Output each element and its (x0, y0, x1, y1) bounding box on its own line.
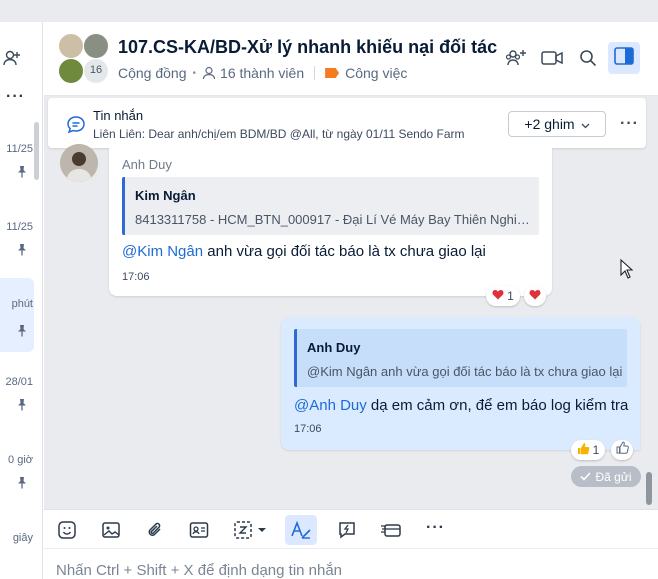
sidebar-conversation-item[interactable]: giây (0, 532, 34, 579)
sender-avatar[interactable] (60, 144, 98, 182)
sticker-icon[interactable] (55, 518, 79, 542)
sidebar-more-button[interactable]: ··· (6, 89, 25, 105)
sidebar-conversation-item[interactable]: 11/25 (0, 143, 34, 217)
member-icon (202, 66, 216, 80)
sidebar-item-time: 0 giờ (8, 454, 33, 466)
heart-icon (492, 289, 504, 303)
sidebar-panel-icon (614, 46, 634, 70)
conversation-tag[interactable]: Công việc (345, 65, 407, 81)
tag-icon (325, 68, 340, 78)
screenshot-icon[interactable] (231, 518, 271, 542)
payment-transfer-icon[interactable] (379, 518, 403, 542)
sidebar-item-time: phút (11, 298, 33, 310)
reaction-summary[interactable]: 1 (571, 440, 605, 460)
conversation-type: Cộng đồng (118, 65, 187, 81)
quoted-message[interactable]: Kim Ngân 8413311758 - HCM_BTN_000917 - Đ… (122, 177, 539, 235)
image-icon[interactable] (99, 518, 123, 542)
sidebar-scrollbar[interactable] (34, 122, 39, 180)
react-button[interactable] (611, 440, 633, 460)
message-input[interactable] (56, 562, 646, 579)
pin-icon (15, 165, 29, 179)
conversation-header: 16 107.CS-KA/BD-Xử lý nhanh khiếu nại đố… (44, 22, 658, 96)
thumbs-up-icon (577, 442, 590, 458)
pin-icon (15, 398, 29, 412)
quoted-text: @Kim Ngân anh vừa gọi đối tác báo là tx … (307, 364, 623, 379)
pinned-more-button[interactable]: ··· (620, 115, 639, 133)
pinned-preview: Liên Liên: Dear anh/chị/em BDM/BD @All, … (93, 127, 465, 141)
outgoing-message-bubble[interactable]: Anh Duy @Kim Ngân anh vừa gọi đối tác bá… (281, 317, 640, 450)
add-member-icon[interactable] (504, 46, 528, 70)
sidebar-conversation-item-active[interactable]: phút (0, 278, 34, 352)
attachment-icon[interactable] (143, 518, 167, 542)
pinned-message-bar[interactable]: Tin nhắn Liên Liên: Dear anh/chị/em BDM/… (48, 98, 646, 148)
contact-card-icon[interactable] (187, 518, 211, 542)
message-text: @Kim Ngân anh vừa gọi đối tác báo là tx … (122, 243, 486, 260)
message-time: 17:06 (294, 423, 322, 435)
group-avatar[interactable]: 16 (58, 33, 110, 85)
sidebar-conversation-item[interactable]: 0 giờ (0, 454, 34, 528)
incoming-message-bubble[interactable]: Anh Duy Kim Ngân 8413311758 - HCM_BTN_00… (109, 148, 552, 296)
meta-divider (314, 66, 316, 80)
toolbar-more-button[interactable]: ··· (426, 519, 445, 537)
member-avatar (83, 33, 109, 59)
message-time: 17:06 (122, 271, 150, 283)
quick-message-icon[interactable] (335, 518, 359, 542)
reaction-summary[interactable]: 1 (486, 286, 520, 306)
sidebar-item-time: 11/25 (6, 143, 33, 155)
chat-bubble-icon (66, 115, 86, 140)
conversation-title: 107.CS-KA/BD-Xử lý nhanh khiếu nại đối t… (118, 37, 498, 57)
pin-icon (15, 324, 29, 338)
message-text: @Anh Duy dạ em cảm ơn, để em báo log kiể… (294, 397, 628, 414)
mention-link[interactable]: @Kim Ngân (122, 243, 203, 260)
member-avatar (58, 33, 84, 59)
thumbs-up-outline-icon (616, 441, 629, 459)
conversation-sidebar: ··· 11/25 11/25 phút 28/01 0 giờ giây (0, 22, 43, 579)
video-call-icon[interactable] (540, 46, 564, 70)
chevron-down-icon (581, 116, 590, 132)
sent-status-badge: Đã gửi (571, 466, 641, 487)
chat-scrollbar[interactable] (646, 472, 652, 505)
reaction-count: 1 (507, 289, 514, 303)
composer-toolbar: ··· (44, 509, 658, 549)
sidebar-item-time: 28/01 (5, 376, 33, 388)
member-count-avatar: 16 (83, 58, 109, 84)
format-text-icon[interactable] (285, 515, 317, 545)
sidebar-conversation-item[interactable]: 28/01 (0, 376, 34, 450)
mention-link[interactable]: @Anh Duy (294, 397, 367, 414)
message-composer (44, 549, 658, 579)
message-sender: Anh Duy (122, 157, 172, 172)
conversation-info-toggle[interactable] (608, 42, 640, 74)
heart-icon (529, 287, 541, 305)
member-count[interactable]: 16 thành viên (220, 65, 304, 81)
sidebar-item-time: 11/25 (6, 221, 33, 233)
quoted-sender: Anh Duy (307, 340, 361, 355)
sent-status-label: Đã gửi (595, 469, 632, 484)
check-icon (580, 470, 592, 484)
pin-icon (15, 243, 29, 257)
sidebar-item-time: giây (12, 532, 33, 544)
pinned-label: Tin nhắn (93, 108, 144, 123)
quoted-message[interactable]: Anh Duy @Kim Ngân anh vừa gọi đối tác bá… (294, 329, 627, 387)
reaction-count: 1 (592, 443, 600, 457)
message-body: dạ em cảm ơn, để em báo log kiểm tra (366, 397, 629, 414)
search-icon[interactable] (576, 46, 600, 70)
meta-dot: • (192, 67, 197, 79)
add-contact-icon[interactable] (2, 48, 22, 68)
more-pins-label: +2 ghim (524, 116, 575, 132)
conversation-meta: Cộng đồng • 16 thành viên Công việc (118, 65, 407, 81)
react-button[interactable] (524, 286, 546, 306)
chat-area: Tin nhắn Liên Liên: Dear anh/chị/em BDM/… (44, 96, 658, 509)
message-body: anh vừa gọi đối tác báo là tx chưa giao … (203, 243, 486, 260)
pin-icon (15, 476, 29, 490)
mouse-cursor-icon (620, 258, 634, 284)
quoted-sender: Kim Ngân (135, 188, 196, 203)
window-top-strip (0, 0, 658, 22)
more-pins-button[interactable]: +2 ghim (508, 111, 606, 137)
member-avatar (58, 58, 84, 84)
quoted-text: 8413311758 - HCM_BTN_000917 - Đại Lí Vé … (135, 212, 535, 227)
